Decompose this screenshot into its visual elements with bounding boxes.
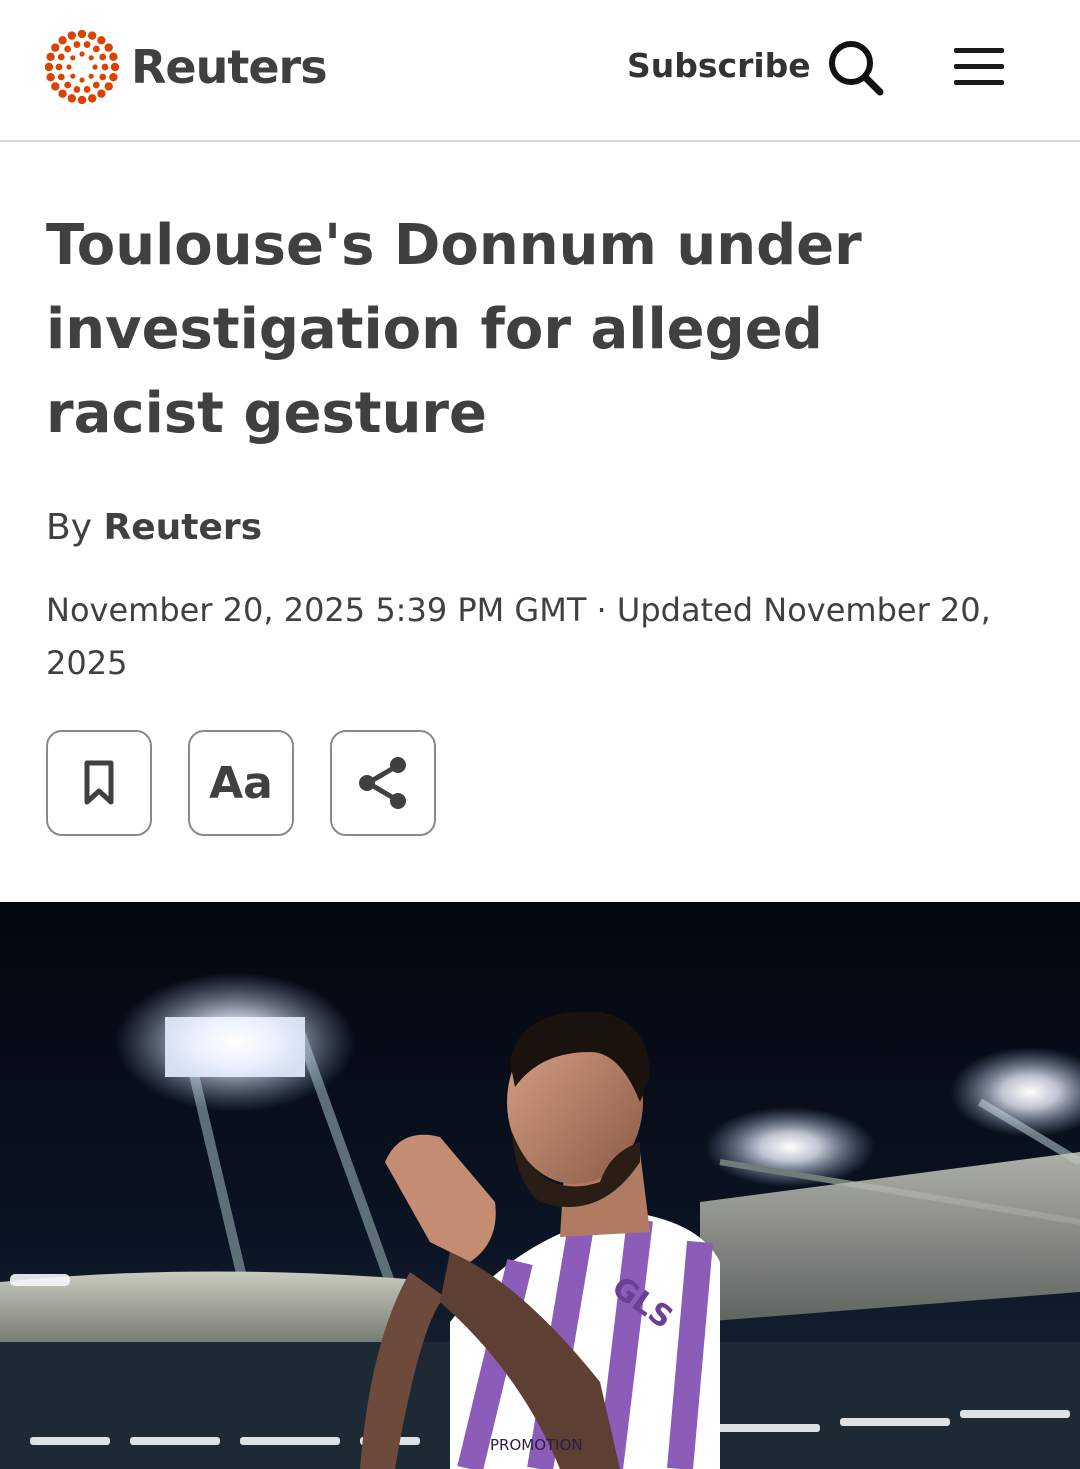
search-icon <box>829 41 884 96</box>
brand-name: Reuters <box>131 40 328 94</box>
text-size-button[interactable]: Aa <box>188 730 294 836</box>
article-headline: Toulouse's Donnum under investigation fo… <box>46 213 862 446</box>
bookmark-button[interactable] <box>46 730 152 836</box>
subscribe-link[interactable]: Subscribe <box>627 46 811 85</box>
site-header: Reuters Subscribe <box>0 0 1080 142</box>
byline-prefix: By <box>46 507 93 548</box>
menu-button[interactable] <box>954 46 1008 88</box>
shorts-sponsor-text: PROMOTION <box>490 1436 583 1454</box>
share-icon <box>359 757 406 809</box>
hamburger-menu-icon <box>954 48 1004 53</box>
article-dateline: November 20, 2025 5:39 PM GMT · Updated … <box>46 591 991 682</box>
author-link[interactable]: Reuters <box>103 507 262 548</box>
search-button[interactable] <box>826 38 886 98</box>
bookmark-icon <box>84 760 114 805</box>
stadium-photo: GLS PROMOTION <box>0 902 1080 1469</box>
byline: By Reuters <box>46 507 262 548</box>
text-size-label: Aa <box>209 757 273 809</box>
reuters-dots-logo-icon <box>45 30 119 104</box>
share-button[interactable] <box>330 730 436 836</box>
menu-line <box>954 64 1004 69</box>
article-hero-image[interactable]: GLS PROMOTION <box>0 902 1080 1469</box>
reuters-logo[interactable]: Reuters <box>45 30 328 104</box>
menu-line <box>954 80 1004 85</box>
